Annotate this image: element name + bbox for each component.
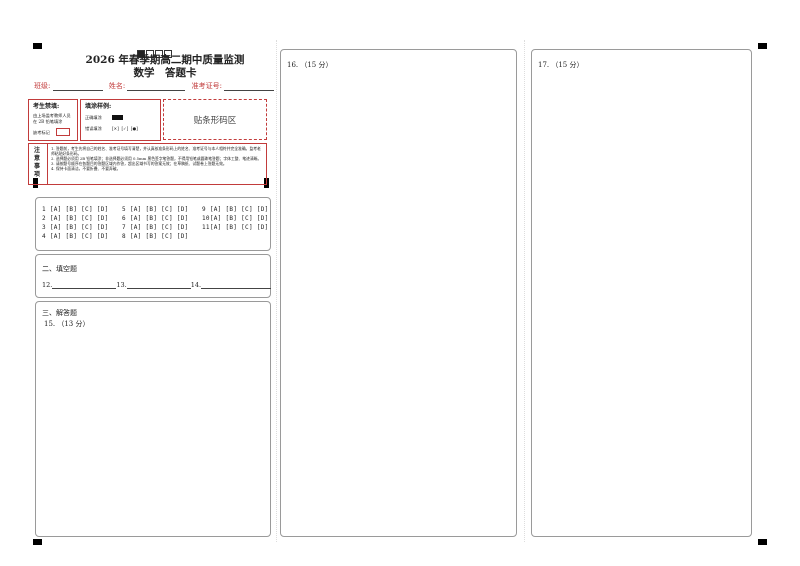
name-field[interactable] — [127, 82, 186, 91]
q17-label: 17. （15 分） — [538, 61, 584, 69]
alignment-marker-bottom-right — [758, 539, 767, 545]
fill-blank-answers: 12. 13. 14. — [42, 280, 272, 289]
fill-blank-heading: 二、填空题 — [42, 265, 77, 273]
mcq-row[interactable]: 4 [A] [B] [C] [D] — [42, 233, 109, 240]
mcq-number: 10 — [202, 215, 210, 222]
mcq-options[interactable]: [A] [B] [C] [D] — [210, 224, 269, 231]
class-label: 班级: — [34, 82, 51, 90]
essay-panel-q15[interactable]: 三、解答题 15. （13 分） — [35, 301, 271, 537]
mcq-options[interactable]: [A] [B] [C] [D] — [210, 206, 269, 213]
candidate-notes-line2: 在 2B 铅笔填涂 — [33, 119, 63, 124]
mcq-number: 6 — [122, 215, 126, 222]
correct-fill-sample — [112, 115, 123, 120]
exam-subtitle: 数学 答题卡 — [133, 67, 197, 79]
mcq-number: 8 — [122, 233, 126, 240]
mcq-number: 9 — [202, 206, 206, 213]
essay-heading: 三、解答题 — [42, 309, 77, 317]
notice-side-text: 注意事项 — [34, 147, 41, 178]
q14-answer-line[interactable] — [201, 280, 272, 289]
mcq-row[interactable]: 1 [A] [B] [C] [D] — [42, 206, 109, 213]
alignment-marker-top-left — [33, 43, 42, 49]
mcq-row[interactable]: 5 [A] [B] [C] [D] — [122, 206, 189, 213]
wrong-fill-samples: [✕] [✓] [●] — [112, 126, 138, 131]
barcode-area: 贴条形码区 — [163, 99, 267, 140]
absent-label: 缺考标记 — [33, 130, 50, 135]
wrong-fill-label: 错误填涂 — [85, 126, 102, 131]
mcq-number: 4 — [42, 233, 46, 240]
mcq-row[interactable]: 7 [A] [B] [C] [D] — [122, 224, 189, 231]
exam-id-field[interactable] — [224, 82, 275, 91]
mcq-row[interactable]: 2 [A] [B] [C] [D] — [42, 215, 109, 222]
notice-side-label: 注意事项 — [29, 144, 48, 184]
alignment-marker-bottom-left — [33, 539, 42, 545]
mcq-number: 5 — [122, 206, 126, 213]
alignment-marker-top-right — [758, 43, 767, 49]
barcode-area-label: 贴条形码区 — [193, 116, 237, 126]
student-info-row: 班级: 姓名: 准考证号: — [34, 81, 275, 91]
mcq-options[interactable]: [A] [B] [C] [D] — [50, 233, 109, 240]
mcq-options[interactable]: [A] [B] [C] [D] — [50, 215, 109, 222]
mcq-options[interactable]: [A] [B] [C] [D] — [50, 206, 109, 213]
fill-example-box: 填涂样例: 正确填涂 错误填涂 [✕] [✓] [●] — [80, 99, 161, 141]
q15-label: 15. （13 分） — [44, 320, 90, 328]
mcq-number: 2 — [42, 215, 46, 222]
column-divider — [276, 40, 277, 542]
mcq-panel: 1 [A] [B] [C] [D] 2 [A] [B] [C] [D] 3 [A… — [35, 197, 271, 251]
mcq-row[interactable]: 3 [A] [B] [C] [D] — [42, 224, 109, 231]
mcq-row[interactable]: 8 [A] [B] [C] [D] — [122, 233, 189, 240]
candidate-notes-box: 考生禁填: 由上场监考教师人员 在 2B 铅笔填涂 缺考标记 — [28, 99, 78, 141]
mcq-options[interactable]: [A] [B] [C] [D] — [130, 224, 189, 231]
q16-label: 16. （15 分） — [287, 61, 333, 69]
q12-answer-line[interactable] — [52, 280, 117, 289]
candidate-notes-line1: 由上场监考教师人员 — [33, 113, 71, 118]
essay-panel-q17[interactable]: 17. （15 分） — [531, 49, 752, 537]
class-field[interactable] — [52, 82, 103, 91]
mcq-row[interactable]: 9 [A] [B] [C] [D] — [202, 206, 269, 213]
fill-blank-panel: 二、填空题 12. 13. 14. — [35, 254, 272, 298]
notice-item: 1. 答题前，考生先将自己的姓名、准考证号填写清楚，并认真核准条形码上的姓名、准… — [51, 146, 261, 156]
essay-panel-q16[interactable]: 16. （15 分） — [280, 49, 517, 537]
mcq-options[interactable]: [A] [B] [C] [D] — [50, 224, 109, 231]
mcq-row[interactable]: 10[A] [B] [C] [D] — [202, 215, 269, 222]
q13-answer-line[interactable] — [126, 280, 191, 289]
mcq-number: 1 — [42, 206, 46, 213]
fill-example-heading: 填涂样例: — [85, 103, 112, 110]
notice-items: 1. 答题前，考生先将自己的姓名、准考证号填写清楚，并认真核准条形码上的姓名、准… — [51, 146, 263, 171]
q12-label: 12. — [42, 281, 53, 289]
mcq-options[interactable]: [A] [B] [C] [D] — [210, 215, 269, 222]
column-divider — [524, 40, 525, 542]
exam-id-label: 准考证号: — [191, 82, 223, 90]
q13-label: 13. — [116, 281, 127, 289]
mcq-options[interactable]: [A] [B] [C] [D] — [130, 233, 189, 240]
candidate-notes-heading: 考生禁填: — [33, 103, 60, 110]
mcq-row[interactable]: 6 [A] [B] [C] [D] — [122, 215, 189, 222]
mcq-number: 3 — [42, 224, 46, 231]
mcq-options[interactable]: [A] [B] [C] [D] — [130, 206, 189, 213]
name-label: 姓名: — [108, 82, 126, 90]
mcq-options[interactable]: [A] [B] [C] [D] — [130, 215, 189, 222]
mcq-number: 11 — [202, 224, 210, 231]
notice-box: 注意事项 1. 答题前，考生先将自己的姓名、准考证号填写清楚，并认真核准条形码上… — [28, 143, 267, 185]
absent-mark-box[interactable] — [56, 128, 70, 136]
notice-item: 4. 保持卡面清洁，不要折叠、不要弄破。 — [51, 166, 121, 171]
mcq-number: 7 — [122, 224, 126, 231]
q14-label: 14. — [190, 281, 202, 289]
mcq-row[interactable]: 11[A] [B] [C] [D] — [202, 224, 269, 231]
correct-fill-label: 正确填涂 — [85, 115, 102, 120]
